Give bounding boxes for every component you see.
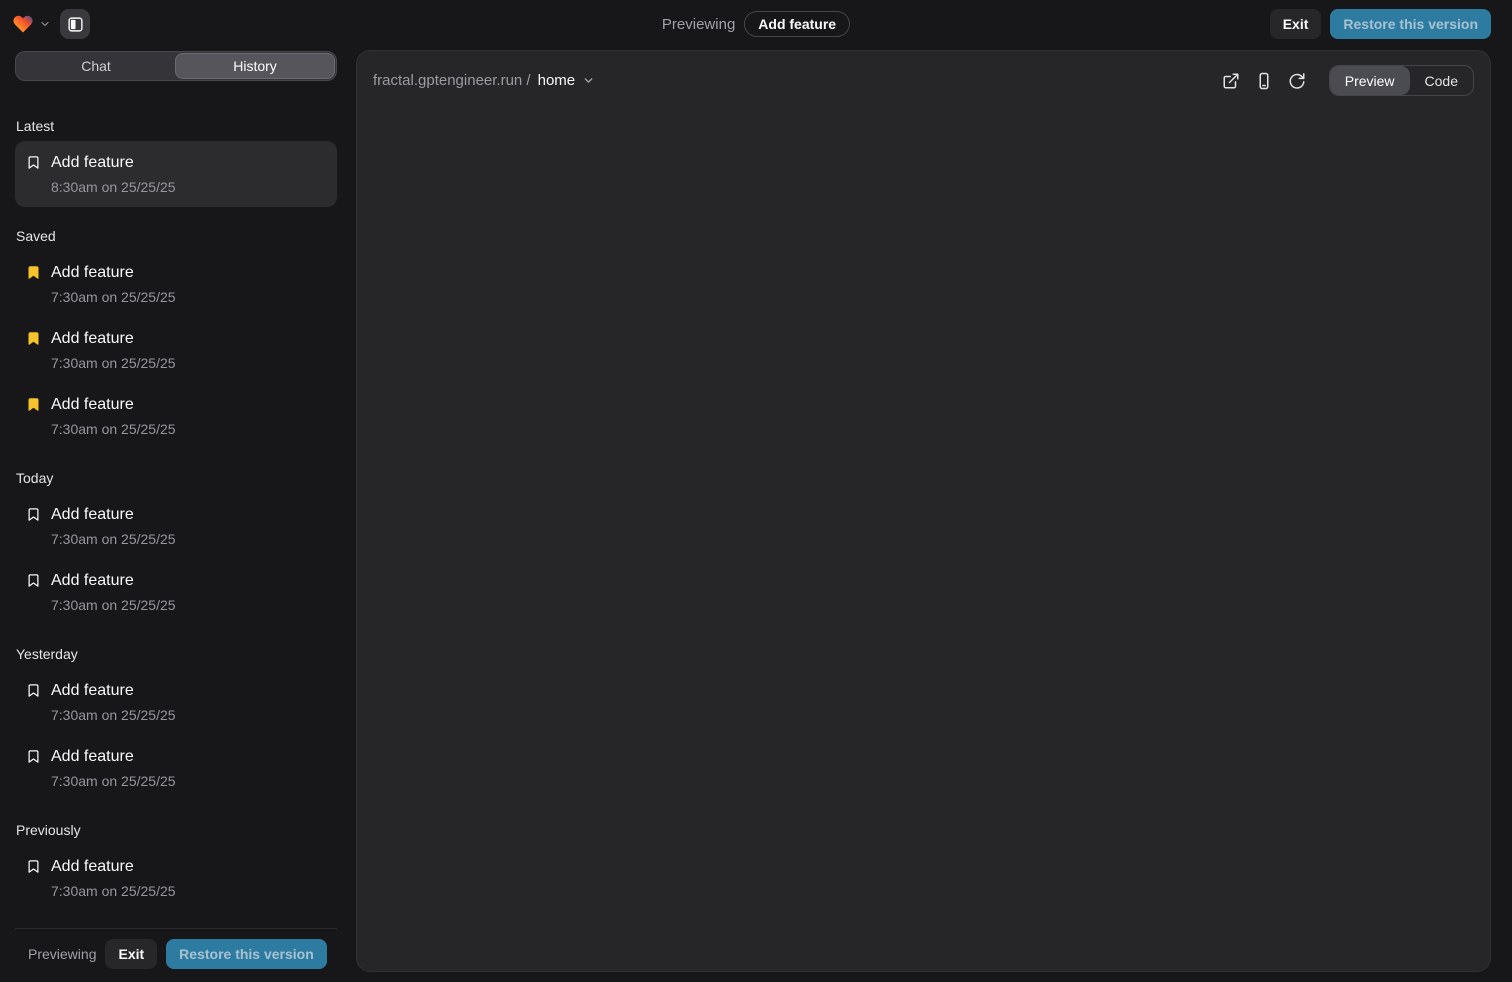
history-item-timestamp: 7:30am on 25/25/25 xyxy=(51,419,176,439)
section-title-latest: Latest xyxy=(16,118,337,134)
history-item-title: Add feature xyxy=(51,679,176,702)
history-item[interactable]: Add feature 7:30am on 25/25/25 xyxy=(15,493,337,559)
history-item-timestamp: 7:30am on 25/25/25 xyxy=(51,881,176,901)
tab-preview[interactable]: Preview xyxy=(1330,66,1410,95)
preview-viewport xyxy=(357,108,1490,968)
history-item-title: Add feature xyxy=(51,569,176,592)
history-item-title: Add feature xyxy=(51,327,176,350)
previewing-status-label: Previewing xyxy=(662,16,735,33)
history-item-timestamp: 7:30am on 25/25/25 xyxy=(51,595,176,615)
restore-version-button[interactable]: Restore this version xyxy=(1330,9,1491,39)
history-item[interactable]: Add feature 7:30am on 25/25/25 xyxy=(15,251,337,317)
version-name-badge: Add feature xyxy=(744,11,850,37)
mobile-preview-icon[interactable] xyxy=(1255,72,1273,90)
history-item-timestamp: 7:30am on 25/25/25 xyxy=(51,529,176,549)
history-item[interactable]: Add feature 7:30am on 25/25/25 xyxy=(15,911,337,920)
chevron-down-icon xyxy=(39,18,51,30)
history-item-timestamp: 7:30am on 25/25/25 xyxy=(51,705,176,725)
sidebar-toggle-button[interactable] xyxy=(60,9,90,39)
view-mode-switcher: Preview Code xyxy=(1329,65,1474,96)
history-item-timestamp: 7:30am on 25/25/25 xyxy=(51,353,176,373)
bookmark-outline-icon xyxy=(26,507,41,522)
sidebar-tab-switcher: Chat History xyxy=(15,51,337,81)
bookmark-outline-icon xyxy=(26,749,41,764)
history-item-timestamp: 8:30am on 25/25/25 xyxy=(51,177,176,197)
tab-code[interactable]: Code xyxy=(1410,66,1473,95)
top-bar: Previewing Add feature Exit Restore this… xyxy=(0,0,1512,48)
app-logo-menu[interactable] xyxy=(12,13,51,35)
preview-toolbar: fractal.gptengineer.run / home Preview C… xyxy=(357,51,1490,108)
previewing-status-label: Previewing xyxy=(28,946,96,962)
section-title-saved: Saved xyxy=(16,228,337,244)
history-item-timestamp: 7:30am on 25/25/25 xyxy=(51,771,176,791)
exit-button[interactable]: Exit xyxy=(105,939,157,969)
bookmark-filled-icon xyxy=(26,331,41,346)
bookmark-outline-icon xyxy=(26,155,41,170)
sidebar-footer: Previewing Exit Restore this version xyxy=(15,928,337,969)
history-item-timestamp: 7:30am on 25/25/25 xyxy=(51,287,176,307)
history-item-title: Add feature xyxy=(51,745,176,768)
section-title-today: Today xyxy=(16,470,337,486)
open-in-new-tab-icon[interactable] xyxy=(1222,72,1240,90)
history-item-title: Add feature xyxy=(51,855,176,878)
history-sidebar: Chat History Latest Add feature 8:30am o… xyxy=(15,51,337,982)
history-item-title: Add feature xyxy=(51,151,176,174)
history-item[interactable]: Add feature 7:30am on 25/25/25 xyxy=(15,735,337,801)
bookmark-outline-icon xyxy=(26,859,41,874)
history-item[interactable]: Add feature 7:30am on 25/25/25 xyxy=(15,383,337,449)
url-page: home xyxy=(538,72,576,89)
url-host: fractal.gptengineer.run / xyxy=(373,72,531,89)
history-item[interactable]: Add feature 7:30am on 25/25/25 xyxy=(15,559,337,625)
restore-version-button[interactable]: Restore this version xyxy=(166,939,327,969)
panel-left-icon xyxy=(67,16,84,33)
history-item-title: Add feature xyxy=(51,261,176,284)
history-item[interactable]: Add feature 7:30am on 25/25/25 xyxy=(15,845,337,911)
history-item-title: Add feature xyxy=(51,503,176,526)
history-list: Latest Add feature 8:30am on 25/25/25 Sa… xyxy=(15,99,337,920)
preview-panel: fractal.gptengineer.run / home Preview C… xyxy=(356,50,1491,972)
section-title-yesterday: Yesterday xyxy=(16,646,337,662)
section-title-previously: Previously xyxy=(16,822,337,838)
history-item[interactable]: Add feature 7:30am on 25/25/25 xyxy=(15,669,337,735)
tab-history[interactable]: History xyxy=(175,53,335,79)
bookmark-filled-icon xyxy=(26,265,41,280)
bookmark-outline-icon xyxy=(26,573,41,588)
exit-button[interactable]: Exit xyxy=(1270,9,1322,39)
refresh-icon[interactable] xyxy=(1288,72,1306,90)
tab-chat[interactable]: Chat xyxy=(17,53,175,79)
heart-logo-icon xyxy=(12,13,34,35)
history-item[interactable]: Add feature 7:30am on 25/25/25 xyxy=(15,317,337,383)
chevron-down-icon xyxy=(582,74,595,87)
bookmark-outline-icon xyxy=(26,683,41,698)
url-selector[interactable]: fractal.gptengineer.run / home xyxy=(373,72,595,89)
history-item[interactable]: Add feature 8:30am on 25/25/25 xyxy=(15,141,337,207)
bookmark-filled-icon xyxy=(26,397,41,412)
history-item-title: Add feature xyxy=(51,393,176,416)
